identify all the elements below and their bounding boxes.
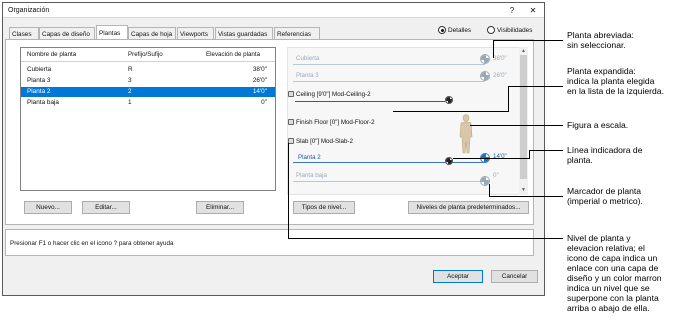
leader-line [489, 184, 490, 197]
leader-line [508, 86, 563, 87]
story-name: Planta baja [27, 99, 59, 106]
story-label-cubierta: Cubierta [296, 55, 320, 62]
callout-story-line: Línea indicadora de planta. [567, 145, 643, 165]
story-line [293, 81, 485, 82]
level-finish-floor-label: Finish Floor [0"] Mod-Floor-2 [296, 119, 375, 126]
story-label-planta-2: Planta 2 [298, 154, 321, 161]
level-line [295, 101, 445, 102]
leader-line [493, 40, 494, 58]
callout-expanded-story: Planta expandida: indica la planta elegi… [567, 66, 664, 96]
story-line-selected [293, 162, 485, 163]
leader-line [393, 111, 509, 112]
callout-story-marker: Marcador de planta (imperial o metrico). [567, 186, 643, 206]
level-finish-floor[interactable]: Finish Floor [0"] Mod-Floor-2 [288, 119, 375, 126]
radio-visibilidades-label: Visibilidades [497, 26, 533, 34]
story-line [293, 181, 485, 182]
leader-line [288, 238, 563, 239]
level-marker-icon[interactable] [445, 96, 453, 104]
story-suffix: R [128, 66, 133, 73]
story-elevation-label: 0" [493, 172, 499, 179]
help-area: Presionar F1 o hacer clic en el icono ? … [5, 229, 534, 256]
story-marker-icon[interactable] [480, 54, 490, 64]
scale-figure-icon [459, 114, 473, 154]
story-name: Planta 2 [27, 88, 51, 95]
list-header: Nombre de planta Prefijo/Sufijo Elevació… [21, 48, 275, 62]
radio-dot [487, 26, 495, 34]
callout-level-note: Nivel de planta y elevacion relativa; el… [567, 233, 662, 313]
callout-scale-figure: Figura a escala. [567, 120, 629, 130]
list-item[interactable]: Planta 3 3 26'0" [21, 76, 275, 86]
level-marker-icon[interactable] [445, 157, 453, 165]
scroll-up-icon[interactable]: ▲ [520, 48, 527, 54]
story-list[interactable]: Nombre de planta Prefijo/Sufijo Elevació… [20, 47, 276, 191]
radio-visibilidades[interactable]: Visibilidades [487, 26, 532, 34]
story-elevation: 26'0" [252, 77, 267, 84]
story-line [293, 64, 485, 65]
list-item[interactable]: Planta baja 1 0" [21, 98, 275, 108]
level-slab-label: Slab [0"] Mod-Slab-2 [296, 138, 353, 145]
level-types-button[interactable]: Tipos de nivel... [293, 201, 355, 214]
delete-button[interactable]: Eliminar... [196, 201, 244, 214]
story-elevation: 0" [261, 99, 267, 106]
layer-icon [288, 91, 294, 97]
help-text: Presionar F1 o hacer clic en el icono ? … [10, 240, 174, 247]
header-elevation[interactable]: Elevación de planta [206, 51, 260, 58]
close-icon[interactable]: ✕ [527, 5, 539, 16]
story-suffix: 2 [128, 88, 132, 95]
scroll-down-icon[interactable]: ▼ [520, 187, 527, 193]
cancel-button[interactable]: Cancelar [491, 270, 538, 283]
radio-detalles-label: Detalles [448, 26, 472, 34]
story-elevation-label: 38'0" [493, 55, 507, 62]
story-name: Cubierta [27, 66, 52, 73]
story-label-planta-baja: Planta baja [296, 172, 327, 179]
story-suffix: 1 [128, 99, 132, 106]
level-ceiling-label: Ceiling [9'0"] Mod-Ceiling-2 [296, 91, 371, 98]
story-elevation: 38'0" [252, 66, 267, 73]
radio-dot-selected [438, 26, 446, 34]
viewport-scrollbar[interactable]: ▲ ▼ [519, 47, 528, 195]
header-name[interactable]: Nombre de planta [27, 51, 76, 58]
leader-line [288, 143, 289, 239]
story-marker-icon[interactable] [480, 71, 490, 81]
leader-line [453, 158, 530, 159]
leader-line [470, 125, 563, 126]
title-bar: Organización ? ✕ [3, 3, 544, 18]
new-button[interactable]: Nuevo... [24, 201, 72, 214]
list-item-selected[interactable]: Planta 2 2 14'0" [21, 87, 275, 97]
default-levels-button[interactable]: Niveles de planta predeterminados... [408, 201, 529, 214]
ok-button[interactable]: Aceptar [433, 270, 483, 283]
window-title: Organización [8, 7, 50, 14]
leader-line [493, 40, 563, 41]
leader-line [508, 86, 509, 111]
level-slab[interactable]: Slab [0"] Mod-Slab-2 [288, 138, 353, 145]
edit-button[interactable]: Editar... [82, 201, 130, 214]
list-item[interactable]: Cubierta R 38'0" [21, 65, 275, 75]
leader-line [529, 150, 563, 151]
level-ceiling[interactable]: Ceiling [9'0"] Mod-Ceiling-2 [288, 91, 371, 98]
header-suffix[interactable]: Prefijo/Sufijo [128, 51, 163, 58]
layer-icon [288, 119, 294, 125]
leader-line [489, 196, 563, 197]
story-elevation: 14'0" [252, 88, 267, 95]
story-label-planta-3: Planta 3 [296, 72, 319, 79]
help-icon[interactable]: ? [506, 5, 518, 16]
story-name: Planta 3 [27, 77, 51, 84]
callout-collapsed-story: Planta abreviada: sin seleccionar. [567, 30, 634, 50]
story-elevation-label: 26'0" [493, 72, 507, 79]
radio-detalles[interactable]: Detalles [438, 26, 471, 34]
scroll-thumb[interactable] [520, 55, 527, 179]
story-suffix: 3 [128, 77, 132, 84]
